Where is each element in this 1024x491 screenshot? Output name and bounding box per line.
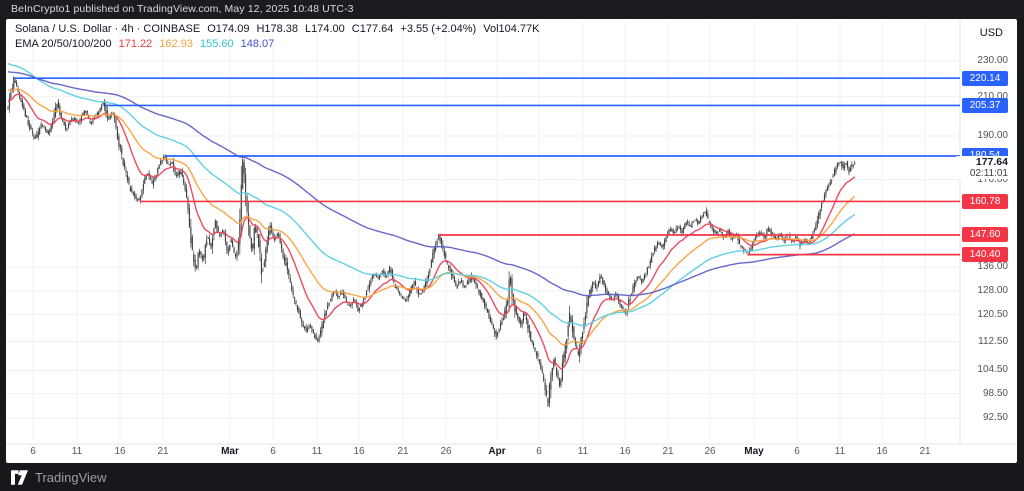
price-tick-label: 128.00: [958, 284, 1008, 298]
symbol-header: Solana / U.S. Dollar · 4h · COINBASEO174…: [15, 23, 540, 35]
price-axis: USD 230.00210.00190.00170.00136.00128.00…: [957, 19, 1017, 463]
price-tick-label: 230.00: [958, 54, 1008, 68]
quote-value: Vol104.77K: [483, 23, 539, 35]
time-tick-day: 21: [651, 446, 685, 457]
time-tick-day: 21: [908, 446, 942, 457]
bar-countdown: 02:11:01: [956, 168, 1008, 179]
tradingview-logo-icon: [11, 470, 28, 485]
price-level-badge: 205.37: [962, 98, 1008, 113]
price-level-badge: 147.60: [962, 227, 1008, 242]
quote-value: L174.00: [305, 23, 345, 35]
time-tick-month: Apr: [480, 446, 514, 457]
chart-canvas: [6, 19, 1017, 463]
tradingview-wordmark: TradingView: [35, 470, 107, 485]
time-tick-day: 6: [522, 446, 556, 457]
time-tick-day: 26: [429, 446, 463, 457]
price-level-badge: 220.14: [962, 71, 1008, 86]
price-level-badge: 160.78: [962, 194, 1008, 209]
attribution-banner: BeInCrypto1 published on TradingView.com…: [0, 0, 1024, 19]
chart-panel: Solana / U.S. Dollar · 4h · COINBASEO174…: [6, 19, 1017, 463]
quote-value: +3.55 (+2.04%): [400, 23, 476, 35]
quote-value: H178.38: [256, 23, 298, 35]
footer-bar: TradingView: [0, 463, 1024, 491]
time-tick-day: 6: [256, 446, 290, 457]
price-tick-label: 136.00: [958, 260, 1008, 274]
last-price: 177.64: [956, 156, 1008, 168]
tradingview-published-chart: { "banner": { "text": "BeInCrypto1 publi…: [0, 0, 1024, 491]
price-tick-label: 112.50: [958, 335, 1008, 349]
time-tick-day: 16: [865, 446, 899, 457]
ema-value: 171.22: [119, 38, 153, 50]
current-price-label: 177.6402:11:01: [956, 156, 1008, 179]
time-tick-day: 26: [693, 446, 727, 457]
time-tick-day: 6: [780, 446, 814, 457]
currency-label: USD: [980, 27, 1003, 39]
time-tick-month: Mar: [213, 446, 247, 457]
price-tick-label: 98.50: [958, 387, 1008, 401]
symbol-title: Solana / U.S. Dollar · 4h · COINBASE: [15, 23, 200, 35]
quote-value: C177.64: [352, 23, 394, 35]
time-tick-day: 21: [386, 446, 420, 457]
price-tick-label: 92.50: [958, 411, 1008, 425]
time-tick-day: 16: [103, 446, 137, 457]
time-tick-day: 21: [146, 446, 180, 457]
ema-value: 148.07: [241, 38, 275, 50]
time-tick-day: 16: [342, 446, 376, 457]
time-axis: 6 11 16 21 Mar 6 11 16 21 26 Apr 6 11 16 21 26 May 6 11 16 2…: [6, 444, 1017, 463]
time-tick-month: May: [737, 446, 771, 457]
price-tick-label: 120.50: [958, 308, 1008, 322]
time-tick-day: 6: [16, 446, 50, 457]
ema-value: 155.60: [200, 38, 234, 50]
quote-value: O174.09: [207, 23, 249, 35]
ema-values: 171.22 162.93 155.60 148.07: [112, 38, 275, 50]
attribution-text: BeInCrypto1 published on TradingView.com…: [11, 3, 354, 15]
price-tick-label: 190.00: [958, 129, 1008, 143]
price-level-badge: 140.40: [962, 247, 1008, 262]
ema-value: 162.93: [159, 38, 193, 50]
time-tick-day: 11: [60, 446, 94, 457]
time-tick-day: 11: [300, 446, 334, 457]
time-tick-day: 16: [608, 446, 642, 457]
ohlc-values: O174.09 H178.38 L174.00 C177.64 +3.55 (+2.04…: [200, 23, 539, 35]
time-tick-day: 11: [823, 446, 857, 457]
price-tick-label: 104.50: [958, 363, 1008, 377]
ema-label: EMA 20/50/100/200: [15, 38, 112, 50]
time-tick-day: 11: [566, 446, 600, 457]
indicator-legend: EMA 20/50/100/200 171.22 162.93 155.60 148.0…: [15, 38, 274, 50]
